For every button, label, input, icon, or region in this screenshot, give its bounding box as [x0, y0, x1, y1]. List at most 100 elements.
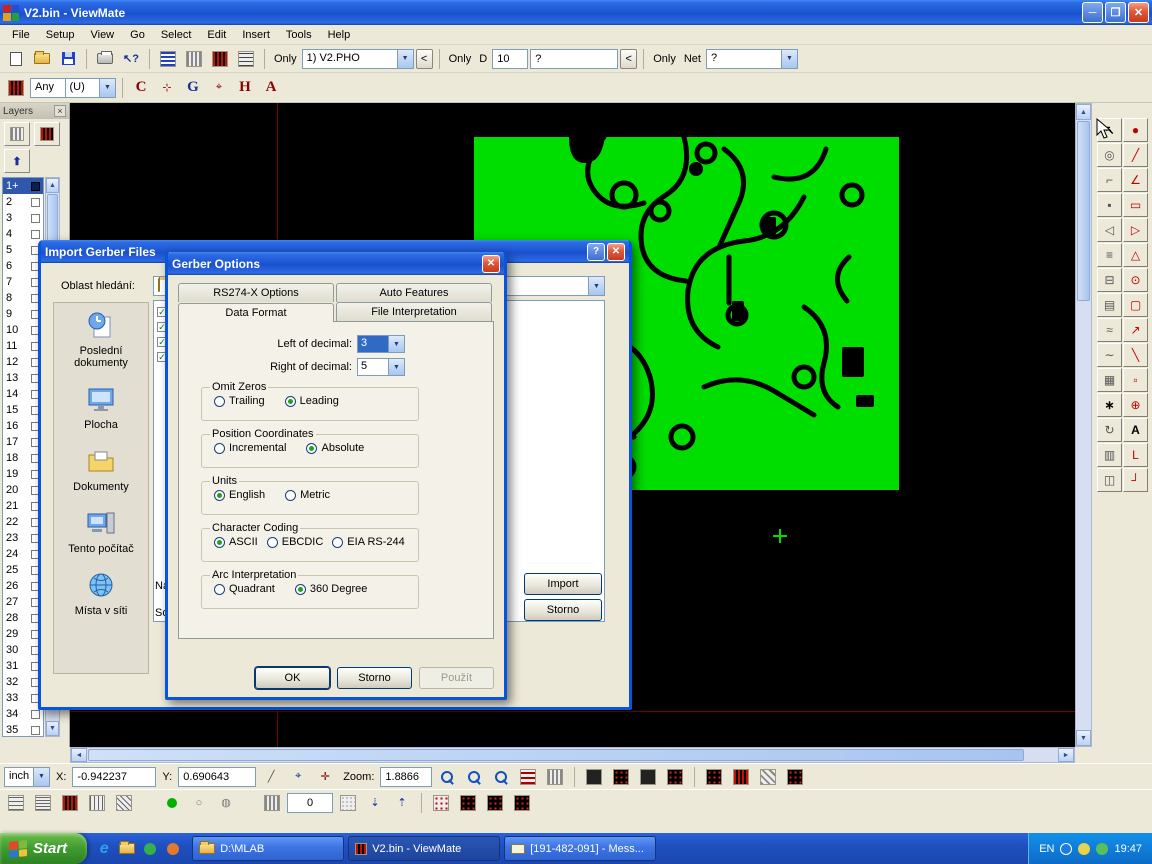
layer-row[interactable]: 2	[3, 194, 43, 210]
antivirus-tray-icon[interactable]	[1096, 843, 1108, 855]
layer-row[interactable]: 5	[3, 242, 43, 258]
pattern-button[interactable]	[429, 791, 453, 815]
radio-ascii[interactable]: ASCII	[214, 536, 258, 548]
view-option-button[interactable]	[783, 765, 807, 789]
help-icon[interactable]: ?	[587, 243, 605, 261]
scroll-down-icon[interactable]: ▼	[46, 721, 59, 736]
palette-tool-icon[interactable]: ▢	[1123, 293, 1148, 317]
radio-english[interactable]: English	[214, 489, 265, 501]
close-icon[interactable]: ✕	[607, 243, 625, 261]
snap-button[interactable]	[31, 791, 55, 815]
grid-value-field[interactable]: 0	[287, 793, 333, 813]
layer-row[interactable]: 30	[3, 642, 43, 658]
layer-row[interactable]: 7	[3, 274, 43, 290]
prev-file-button[interactable]: <	[416, 49, 433, 69]
open-button[interactable]	[30, 47, 54, 71]
gerber-dialog-titlebar[interactable]: Gerber Options ✕	[168, 252, 504, 275]
layer-row[interactable]: 20	[3, 482, 43, 498]
center-button[interactable]: ✛	[313, 765, 337, 789]
green-app-icon[interactable]	[141, 840, 159, 858]
palette-tool-icon[interactable]: ∠	[1123, 168, 1148, 192]
view-option-button[interactable]	[609, 765, 633, 789]
taskbar-item-messenger[interactable]: [191-482-091] - Mess...	[504, 836, 656, 861]
print-button[interactable]	[93, 47, 117, 71]
palette-tool-icon[interactable]: ◁	[1097, 218, 1122, 242]
place-poslední-dokumenty[interactable]: Poslední dokumenty	[56, 311, 146, 369]
snap-button[interactable]	[85, 791, 109, 815]
grid-button[interactable]	[516, 765, 540, 789]
pattern-button[interactable]	[510, 791, 534, 815]
layer-color-swatch[interactable]	[31, 198, 40, 207]
layer-row[interactable]: 35	[3, 722, 43, 737]
palette-tool-icon[interactable]: ▭	[1123, 193, 1148, 217]
layer-row[interactable]: 24	[3, 546, 43, 562]
only-file-label[interactable]: Only	[274, 53, 297, 65]
chevron-down-icon[interactable]: ▼	[388, 359, 404, 375]
layer-row[interactable]: 31	[3, 658, 43, 674]
palette-tool-icon[interactable]: ●	[1123, 118, 1148, 142]
lamp-probe-button[interactable]: ◍	[214, 791, 238, 815]
radio-ebcdic[interactable]: EBCDIC	[267, 536, 324, 548]
view-option-button[interactable]	[729, 765, 753, 789]
chevron-down-icon[interactable]: ▼	[388, 336, 404, 352]
layer-color-swatch[interactable]	[31, 214, 40, 223]
layer-row[interactable]: 22	[3, 514, 43, 530]
radio-eia-rs-244[interactable]: EIA RS-244	[332, 536, 404, 548]
view-option-button[interactable]	[702, 765, 726, 789]
palette-tool-icon[interactable]: ◫	[1097, 468, 1122, 492]
layer-color-swatch[interactable]	[31, 230, 40, 239]
menu-help[interactable]: Help	[320, 27, 359, 43]
tab-auto-features[interactable]: Auto Features	[336, 283, 492, 302]
palette-tool-icon[interactable]: ╱	[1123, 143, 1148, 167]
only-net-label[interactable]: Only	[653, 53, 676, 65]
palette-tool-icon[interactable]: ↗	[1123, 318, 1148, 342]
menu-select[interactable]: Select	[153, 27, 200, 43]
palette-tool-icon[interactable]: A	[1123, 418, 1148, 442]
anchor-button[interactable]: ⇡	[390, 791, 414, 815]
scrollbar-thumb[interactable]	[88, 749, 1024, 761]
apply-button[interactable]: Použít	[419, 667, 494, 689]
layer-color-swatch[interactable]	[31, 182, 40, 191]
layer-stack-button[interactable]	[4, 122, 30, 146]
grid2-button[interactable]	[543, 765, 567, 789]
layer-row[interactable]: 18	[3, 450, 43, 466]
layer-row[interactable]: 28	[3, 610, 43, 626]
import-button[interactable]: Import	[524, 573, 602, 595]
crosshair-tool[interactable]: ⊹	[155, 76, 179, 100]
lamp-off-button[interactable]: ○	[187, 791, 211, 815]
place-dokumenty[interactable]: Dokumenty	[56, 447, 146, 493]
close-button[interactable]: ✕	[1128, 2, 1149, 23]
palette-tool-icon[interactable]: ◎	[1097, 143, 1122, 167]
layer-row[interactable]: 13	[3, 370, 43, 386]
layer-row[interactable]: 29	[3, 626, 43, 642]
palette-tool-icon[interactable]: ▦	[1097, 368, 1122, 392]
select-mode-button[interactable]	[4, 76, 28, 100]
taskbar-item-folder[interactable]: D:\MLAB	[192, 836, 344, 861]
palette-tool-icon[interactable]: ⌐	[1097, 168, 1122, 192]
place-místa-v-síti[interactable]: Místa v síti	[56, 571, 146, 617]
ie-icon[interactable]: e	[95, 840, 113, 858]
x-coordinate-field[interactable]: -0.942237	[72, 767, 156, 787]
menu-edit[interactable]: Edit	[199, 27, 234, 43]
place-plocha[interactable]: Plocha	[56, 385, 146, 431]
scroll-left-icon[interactable]: ◄	[71, 748, 87, 762]
layer-row[interactable]: 6	[3, 258, 43, 274]
menu-file[interactable]: File	[4, 27, 38, 43]
cancel-button[interactable]: Storno	[524, 599, 602, 621]
y-coordinate-field[interactable]: 0.690643	[178, 767, 256, 787]
scroll-up-icon[interactable]: ▲	[46, 178, 59, 193]
layer-row[interactable]: 12	[3, 354, 43, 370]
net-combo[interactable]: ?▼	[706, 49, 798, 69]
restore-button[interactable]: ❐	[1105, 2, 1126, 23]
zoom-out-button[interactable]	[462, 765, 486, 789]
context-help-button[interactable]: ↖?	[119, 47, 143, 71]
right-of-decimal-combo[interactable]: 5▼	[357, 358, 405, 376]
layer-row[interactable]: 16	[3, 418, 43, 434]
palette-tool-icon[interactable]: ┘	[1123, 468, 1148, 492]
canvas-vscrollbar[interactable]: ▲ ▼	[1075, 103, 1092, 747]
tab-rs274x-options[interactable]: RS274-X Options	[178, 283, 334, 302]
zoom-in-button[interactable]	[435, 765, 459, 789]
measure-button[interactable]: ╱	[259, 765, 283, 789]
menu-setup[interactable]: Setup	[38, 27, 83, 43]
palette-tool-icon[interactable]: ∗	[1097, 393, 1122, 417]
